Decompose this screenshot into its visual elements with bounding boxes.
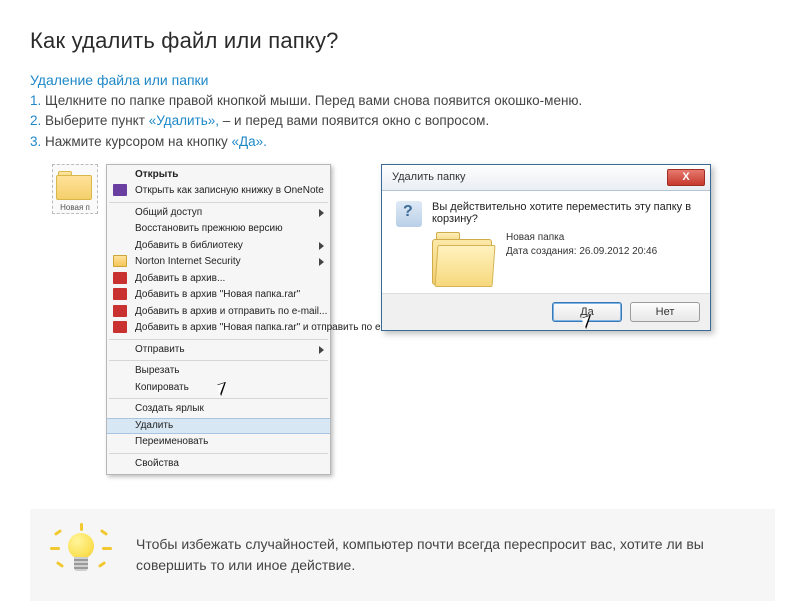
chevron-right-icon	[319, 258, 324, 266]
menu-add-email[interactable]: Добавить в архив и отправить по e-mail..…	[107, 304, 330, 321]
question-icon	[396, 201, 422, 227]
menu-add-rar-email-label: Добавить в архив "Новая папка.rar" и отп…	[135, 322, 402, 333]
menu-norton-label: Norton Internet Security	[135, 256, 241, 267]
menu-add-email-label: Добавить в архив и отправить по e-mail..…	[135, 306, 327, 317]
menu-open-onenote[interactable]: Открыть как записную книжку в OneNote	[107, 183, 330, 200]
folder-thumbnail: Новая п	[52, 164, 98, 214]
menu-separator	[109, 360, 328, 361]
menu-library-label: Добавить в библиотеку	[135, 240, 243, 251]
menu-add-archive-label: Добавить в архив...	[135, 273, 225, 284]
step-3: 3. Нажмите курсором на кнопку «Да».	[30, 132, 775, 152]
chevron-right-icon	[319, 209, 324, 217]
menu-separator	[109, 453, 328, 454]
no-button[interactable]: Нет	[630, 302, 700, 322]
page-title: Как удалить файл или папку?	[30, 28, 775, 54]
dialog-folder-name: Новая папка	[506, 231, 657, 245]
tip-box: Чтобы избежать случайностей, компьютер п…	[30, 509, 775, 601]
dialog-date: Дата создания: 26.09.2012 20:46	[506, 245, 657, 259]
tip-text: Чтобы избежать случайностей, компьютер п…	[136, 534, 753, 576]
menu-add-rar-email[interactable]: Добавить в архив "Новая папка.rar" и отп…	[107, 320, 330, 337]
dialog-message: Вы действительно хотите переместить эту …	[432, 201, 696, 225]
archive-icon	[113, 305, 127, 317]
folder-icon	[56, 171, 94, 201]
archive-icon	[113, 288, 127, 300]
menu-open[interactable]: Открыть	[107, 167, 330, 184]
step-1-num: 1.	[30, 93, 41, 108]
folder-label: Новая п	[56, 203, 94, 212]
onenote-icon	[113, 184, 127, 196]
menu-share-label: Общий доступ	[135, 207, 202, 218]
norton-icon	[113, 255, 127, 267]
step-3-num: 3.	[30, 134, 41, 149]
folder-icon	[432, 231, 496, 287]
menu-delete[interactable]: Удалить	[107, 418, 330, 435]
archive-icon	[113, 321, 127, 333]
menu-send[interactable]: Отправить	[107, 342, 330, 359]
step-2-keyword: «Удалить»,	[149, 113, 219, 128]
menu-library[interactable]: Добавить в библиотеку	[107, 238, 330, 255]
menu-separator	[109, 339, 328, 340]
close-button[interactable]: X	[667, 169, 705, 186]
step-3-keyword: «Да».	[232, 134, 267, 149]
menu-share[interactable]: Общий доступ	[107, 205, 330, 222]
section-subhead: Удаление файла или папки	[30, 72, 775, 88]
confirm-dialog: Удалить папку X Вы действительно хотите …	[381, 164, 711, 331]
menu-add-archive[interactable]: Добавить в архив...	[107, 271, 330, 288]
steps-list: 1. Щелкните по папке правой кнопкой мыши…	[30, 91, 775, 152]
menu-send-label: Отправить	[135, 344, 185, 355]
menu-open-onenote-label: Открыть как записную книжку в OneNote	[135, 185, 324, 196]
step-2-text-b: – и перед вами появится окно с вопросом.	[223, 113, 489, 128]
dialog-title: Удалить папку	[392, 171, 466, 183]
step-2-num: 2.	[30, 113, 41, 128]
menu-norton[interactable]: Norton Internet Security	[107, 254, 330, 271]
menu-properties[interactable]: Свойства	[107, 456, 330, 473]
step-3-text-a: Нажмите курсором на кнопку	[45, 134, 231, 149]
lightbulb-icon	[52, 525, 112, 585]
step-2: 2. Выберите пункт «Удалить», – и перед в…	[30, 111, 775, 131]
step-2-text-a: Выберите пункт	[45, 113, 149, 128]
chevron-right-icon	[319, 242, 324, 250]
menu-copy[interactable]: Копировать	[107, 380, 330, 397]
menu-shortcut[interactable]: Создать ярлык	[107, 401, 330, 418]
archive-icon	[113, 272, 127, 284]
menu-rename[interactable]: Переименовать	[107, 434, 330, 451]
menu-separator	[109, 398, 328, 399]
menu-separator	[109, 202, 328, 203]
menu-cut[interactable]: Вырезать	[107, 363, 330, 380]
yes-button[interactable]: Да	[552, 302, 622, 322]
menu-add-rar[interactable]: Добавить в архив "Новая папка.rar"	[107, 287, 330, 304]
step-1-text: Щелкните по папке правой кнопкой мыши. П…	[45, 93, 582, 108]
step-1: 1. Щелкните по папке правой кнопкой мыши…	[30, 91, 775, 111]
menu-add-rar-label: Добавить в архив "Новая папка.rar"	[135, 289, 300, 300]
menu-restore[interactable]: Восстановить прежнюю версию	[107, 221, 330, 238]
context-menu: Открыть Открыть как записную книжку в On…	[106, 164, 331, 476]
chevron-right-icon	[319, 346, 324, 354]
close-icon: X	[682, 171, 689, 183]
dialog-titlebar: Удалить папку X	[382, 165, 710, 191]
